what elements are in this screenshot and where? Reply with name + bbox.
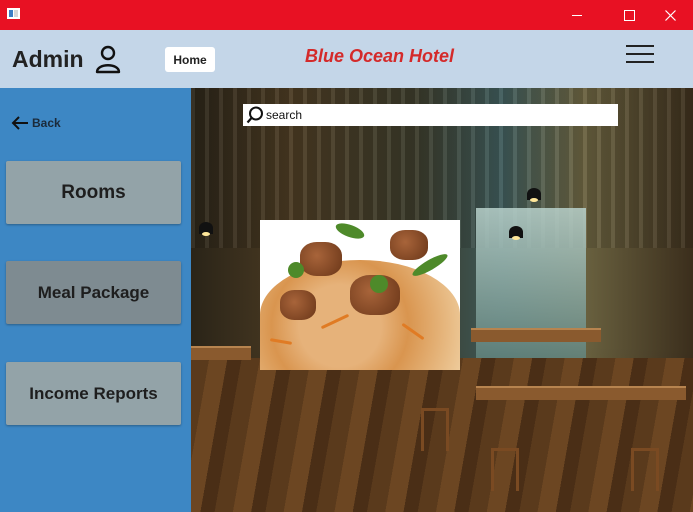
chair xyxy=(631,448,659,491)
chair xyxy=(491,448,519,491)
sidebar: Back Rooms Meal Package Income Reports xyxy=(0,88,191,512)
herb xyxy=(288,262,304,278)
meat-piece xyxy=(390,230,428,260)
search-icon xyxy=(246,106,263,124)
maximize-button[interactable] xyxy=(606,0,652,30)
admin-label: Admin xyxy=(12,46,84,72)
pendant-lamp xyxy=(527,188,541,202)
close-icon xyxy=(664,9,676,21)
back-label: Back xyxy=(32,116,61,130)
hotel-title: Blue Ocean Hotel xyxy=(305,46,455,66)
window-titlebar xyxy=(0,0,693,30)
search-bar[interactable] xyxy=(243,104,618,126)
pendant-lamp xyxy=(199,222,213,236)
maximize-icon xyxy=(623,9,635,21)
pendant-lamp xyxy=(509,226,523,240)
meal-package-button[interactable]: Meal Package xyxy=(6,261,181,324)
meat-piece xyxy=(280,290,316,320)
dining-table xyxy=(191,346,251,360)
minimize-button[interactable] xyxy=(554,0,600,30)
app-header: Admin Home Blue Ocean Hotel xyxy=(0,30,693,88)
meal-photo xyxy=(260,220,460,370)
back-button[interactable]: Back xyxy=(11,116,61,130)
home-button[interactable]: Home xyxy=(165,47,215,72)
minimize-icon xyxy=(572,14,582,16)
herb xyxy=(370,275,388,293)
close-button[interactable] xyxy=(647,0,693,30)
background-window xyxy=(476,208,586,368)
herb xyxy=(333,220,367,242)
search-input[interactable] xyxy=(264,108,608,122)
main-content xyxy=(191,88,693,512)
meat-piece xyxy=(300,242,342,276)
user-icon[interactable] xyxy=(94,44,122,74)
income-reports-button[interactable]: Income Reports xyxy=(6,362,181,425)
chair xyxy=(421,408,449,451)
dining-table xyxy=(476,386,686,400)
dining-table xyxy=(471,328,601,342)
hamburger-menu-icon[interactable] xyxy=(626,44,654,64)
rooms-button[interactable]: Rooms xyxy=(6,161,181,224)
arrow-left-icon xyxy=(11,116,28,130)
app-icon xyxy=(7,8,20,19)
